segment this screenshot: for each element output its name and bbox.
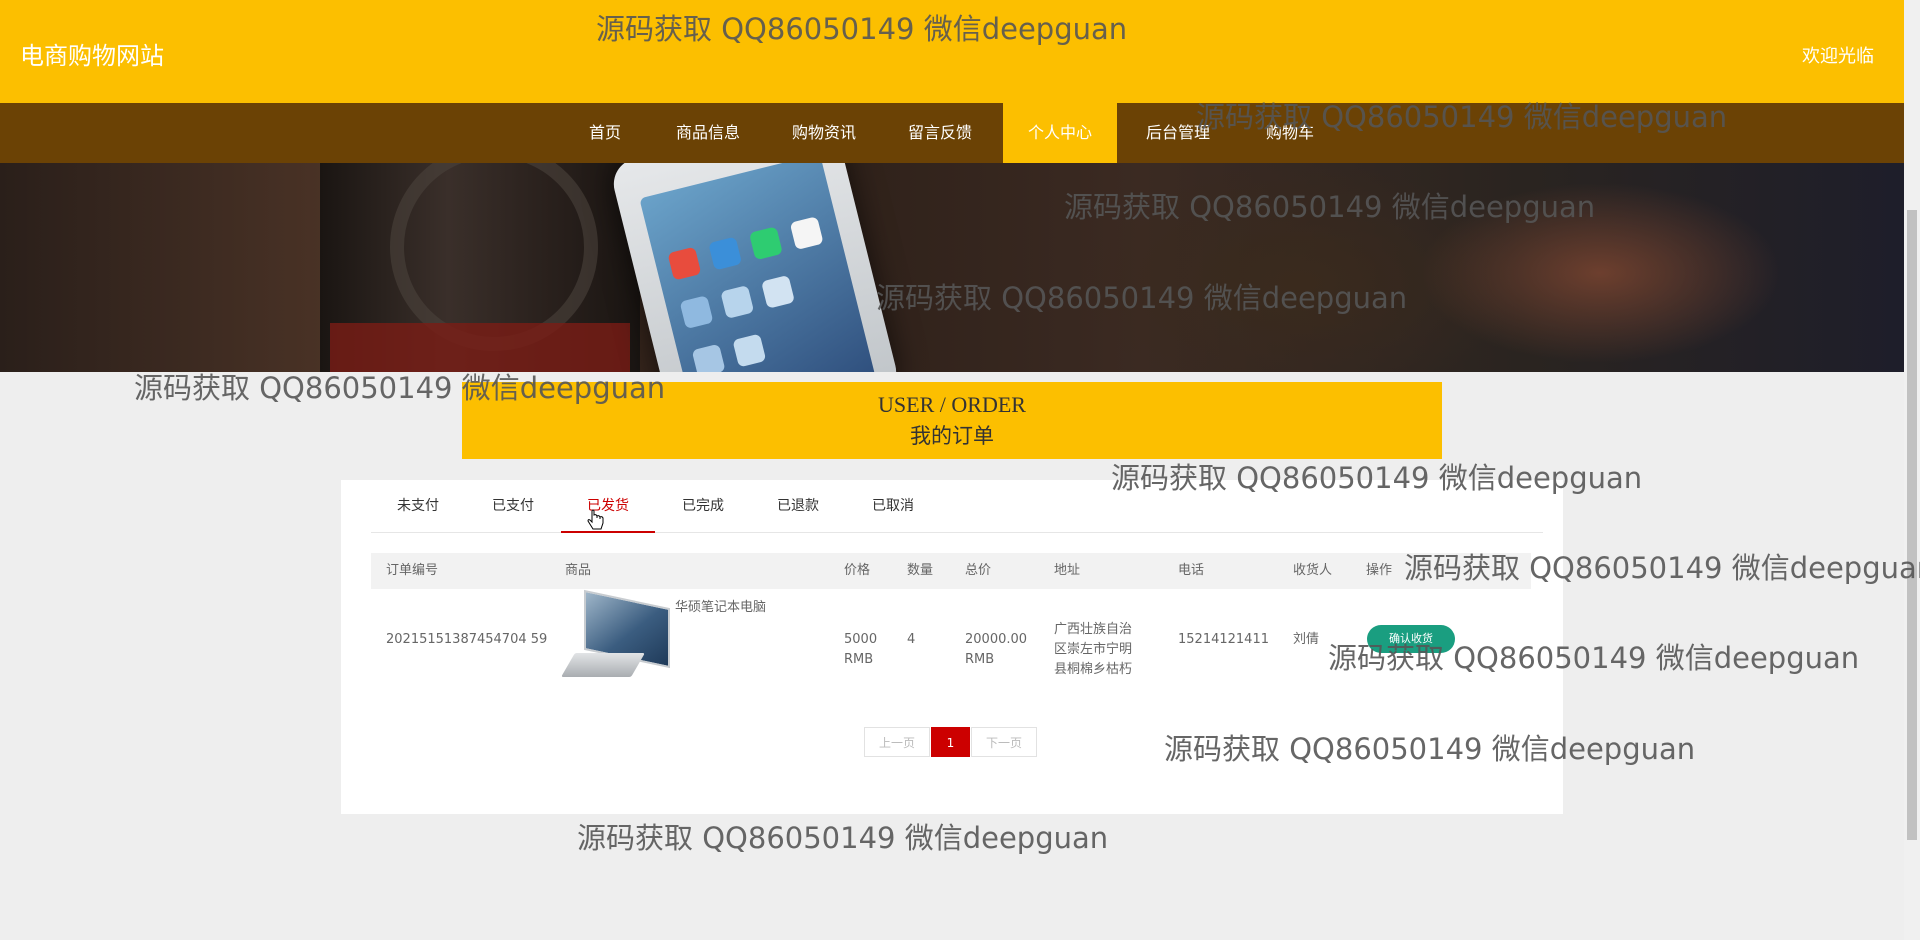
banner-phone-image (608, 163, 902, 372)
app-icon (761, 274, 796, 309)
banner-cup-band (330, 323, 630, 372)
section-title-en: USER / ORDER (878, 392, 1026, 417)
col-total: 总价 (965, 563, 992, 578)
welcome-text: 欢迎光临 (1802, 46, 1874, 67)
nav-item-admin[interactable]: 后台管理 (1137, 103, 1219, 163)
col-receiver: 收货人 (1293, 563, 1333, 578)
col-price: 价格 (844, 563, 871, 578)
section-title: USER / ORDER 我的订单 (462, 382, 1442, 459)
app-icon (748, 226, 783, 261)
page-scrollbar[interactable] (1904, 0, 1920, 940)
hero-banner (0, 163, 1904, 372)
order-status-tabs: 未支付 已支付 已发货 已完成 已退款 已取消 (371, 480, 1543, 533)
nav-item-products[interactable]: 商品信息 (667, 103, 749, 163)
confirm-receipt-button[interactable]: 确认收货 (1367, 625, 1455, 653)
nav-item-home[interactable]: 首页 (576, 103, 634, 163)
order-address: 广西壮族自治区崇左市宁明县桐棉乡枯朽 (1054, 622, 1133, 677)
prev-page-button[interactable]: 上一页 (864, 727, 930, 757)
site-header: 电商购物网站 欢迎光临 (0, 0, 1904, 103)
watermark: 源码获取 QQ86050149 微信deepguan (577, 821, 1109, 855)
order-panel: 未支付 已支付 已发货 已完成 已退款 已取消 订单编号 商品 价格 数量 总价… (341, 480, 1563, 814)
product-qty: 4 (907, 632, 916, 647)
app-icon (732, 333, 767, 368)
tab-completed[interactable]: 已完成 (656, 480, 750, 531)
col-order-no: 订单编号 (386, 563, 439, 578)
main-nav: 首页 商品信息 购物资讯 留言反馈 个人中心 后台管理 购物车 (0, 103, 1904, 163)
col-phone: 电话 (1178, 563, 1205, 578)
product-name[interactable]: 华硕笔记本电脑 (675, 598, 766, 618)
table-header: 订单编号 商品 价格 数量 总价 地址 电话 收货人 操作 (371, 553, 1531, 589)
tab-shipped[interactable]: 已发货 (561, 480, 655, 533)
page-1-button[interactable]: 1 (931, 727, 970, 757)
col-address: 地址 (1054, 563, 1081, 578)
product-price: 5000 RMB (844, 632, 878, 667)
site-title[interactable]: 电商购物网站 (20, 36, 164, 71)
hand-cursor-icon (587, 509, 604, 530)
nav-item-news[interactable]: 购物资讯 (783, 103, 865, 163)
app-icon (679, 295, 714, 330)
col-action: 操作 (1366, 563, 1393, 578)
app-icon (708, 236, 743, 271)
table-row: 20215151387454704 59 华硕笔记本电脑 5000 RMB 4 … (371, 589, 1531, 705)
order-total: 20000.00 RMB (965, 632, 1028, 667)
tab-unpaid[interactable]: 未支付 (371, 480, 465, 531)
section-title-cn: 我的订单 (910, 424, 994, 448)
laptop-base (561, 653, 645, 677)
tab-refunded[interactable]: 已退款 (751, 480, 845, 531)
order-number: 20215151387454704 59 (386, 632, 548, 647)
nav-item-user-center[interactable]: 个人中心 (1003, 103, 1117, 163)
col-product: 商品 (565, 563, 592, 578)
app-icon (789, 216, 824, 251)
app-icon (667, 246, 702, 281)
nav-item-feedback[interactable]: 留言反馈 (899, 103, 981, 163)
tab-cancelled[interactable]: 已取消 (846, 480, 940, 531)
next-page-button[interactable]: 下一页 (971, 727, 1037, 757)
app-icon (691, 343, 726, 372)
banner-phone-screen (639, 163, 876, 372)
scrollbar-thumb[interactable] (1907, 210, 1917, 840)
col-qty: 数量 (907, 563, 934, 578)
nav-item-cart[interactable]: 购物车 (1257, 103, 1323, 163)
order-phone: 15214121411 (1178, 632, 1269, 647)
tab-paid[interactable]: 已支付 (466, 480, 560, 531)
app-icon (720, 285, 755, 319)
product-thumbnail[interactable] (561, 589, 670, 687)
order-receiver: 刘倩 (1293, 632, 1320, 647)
